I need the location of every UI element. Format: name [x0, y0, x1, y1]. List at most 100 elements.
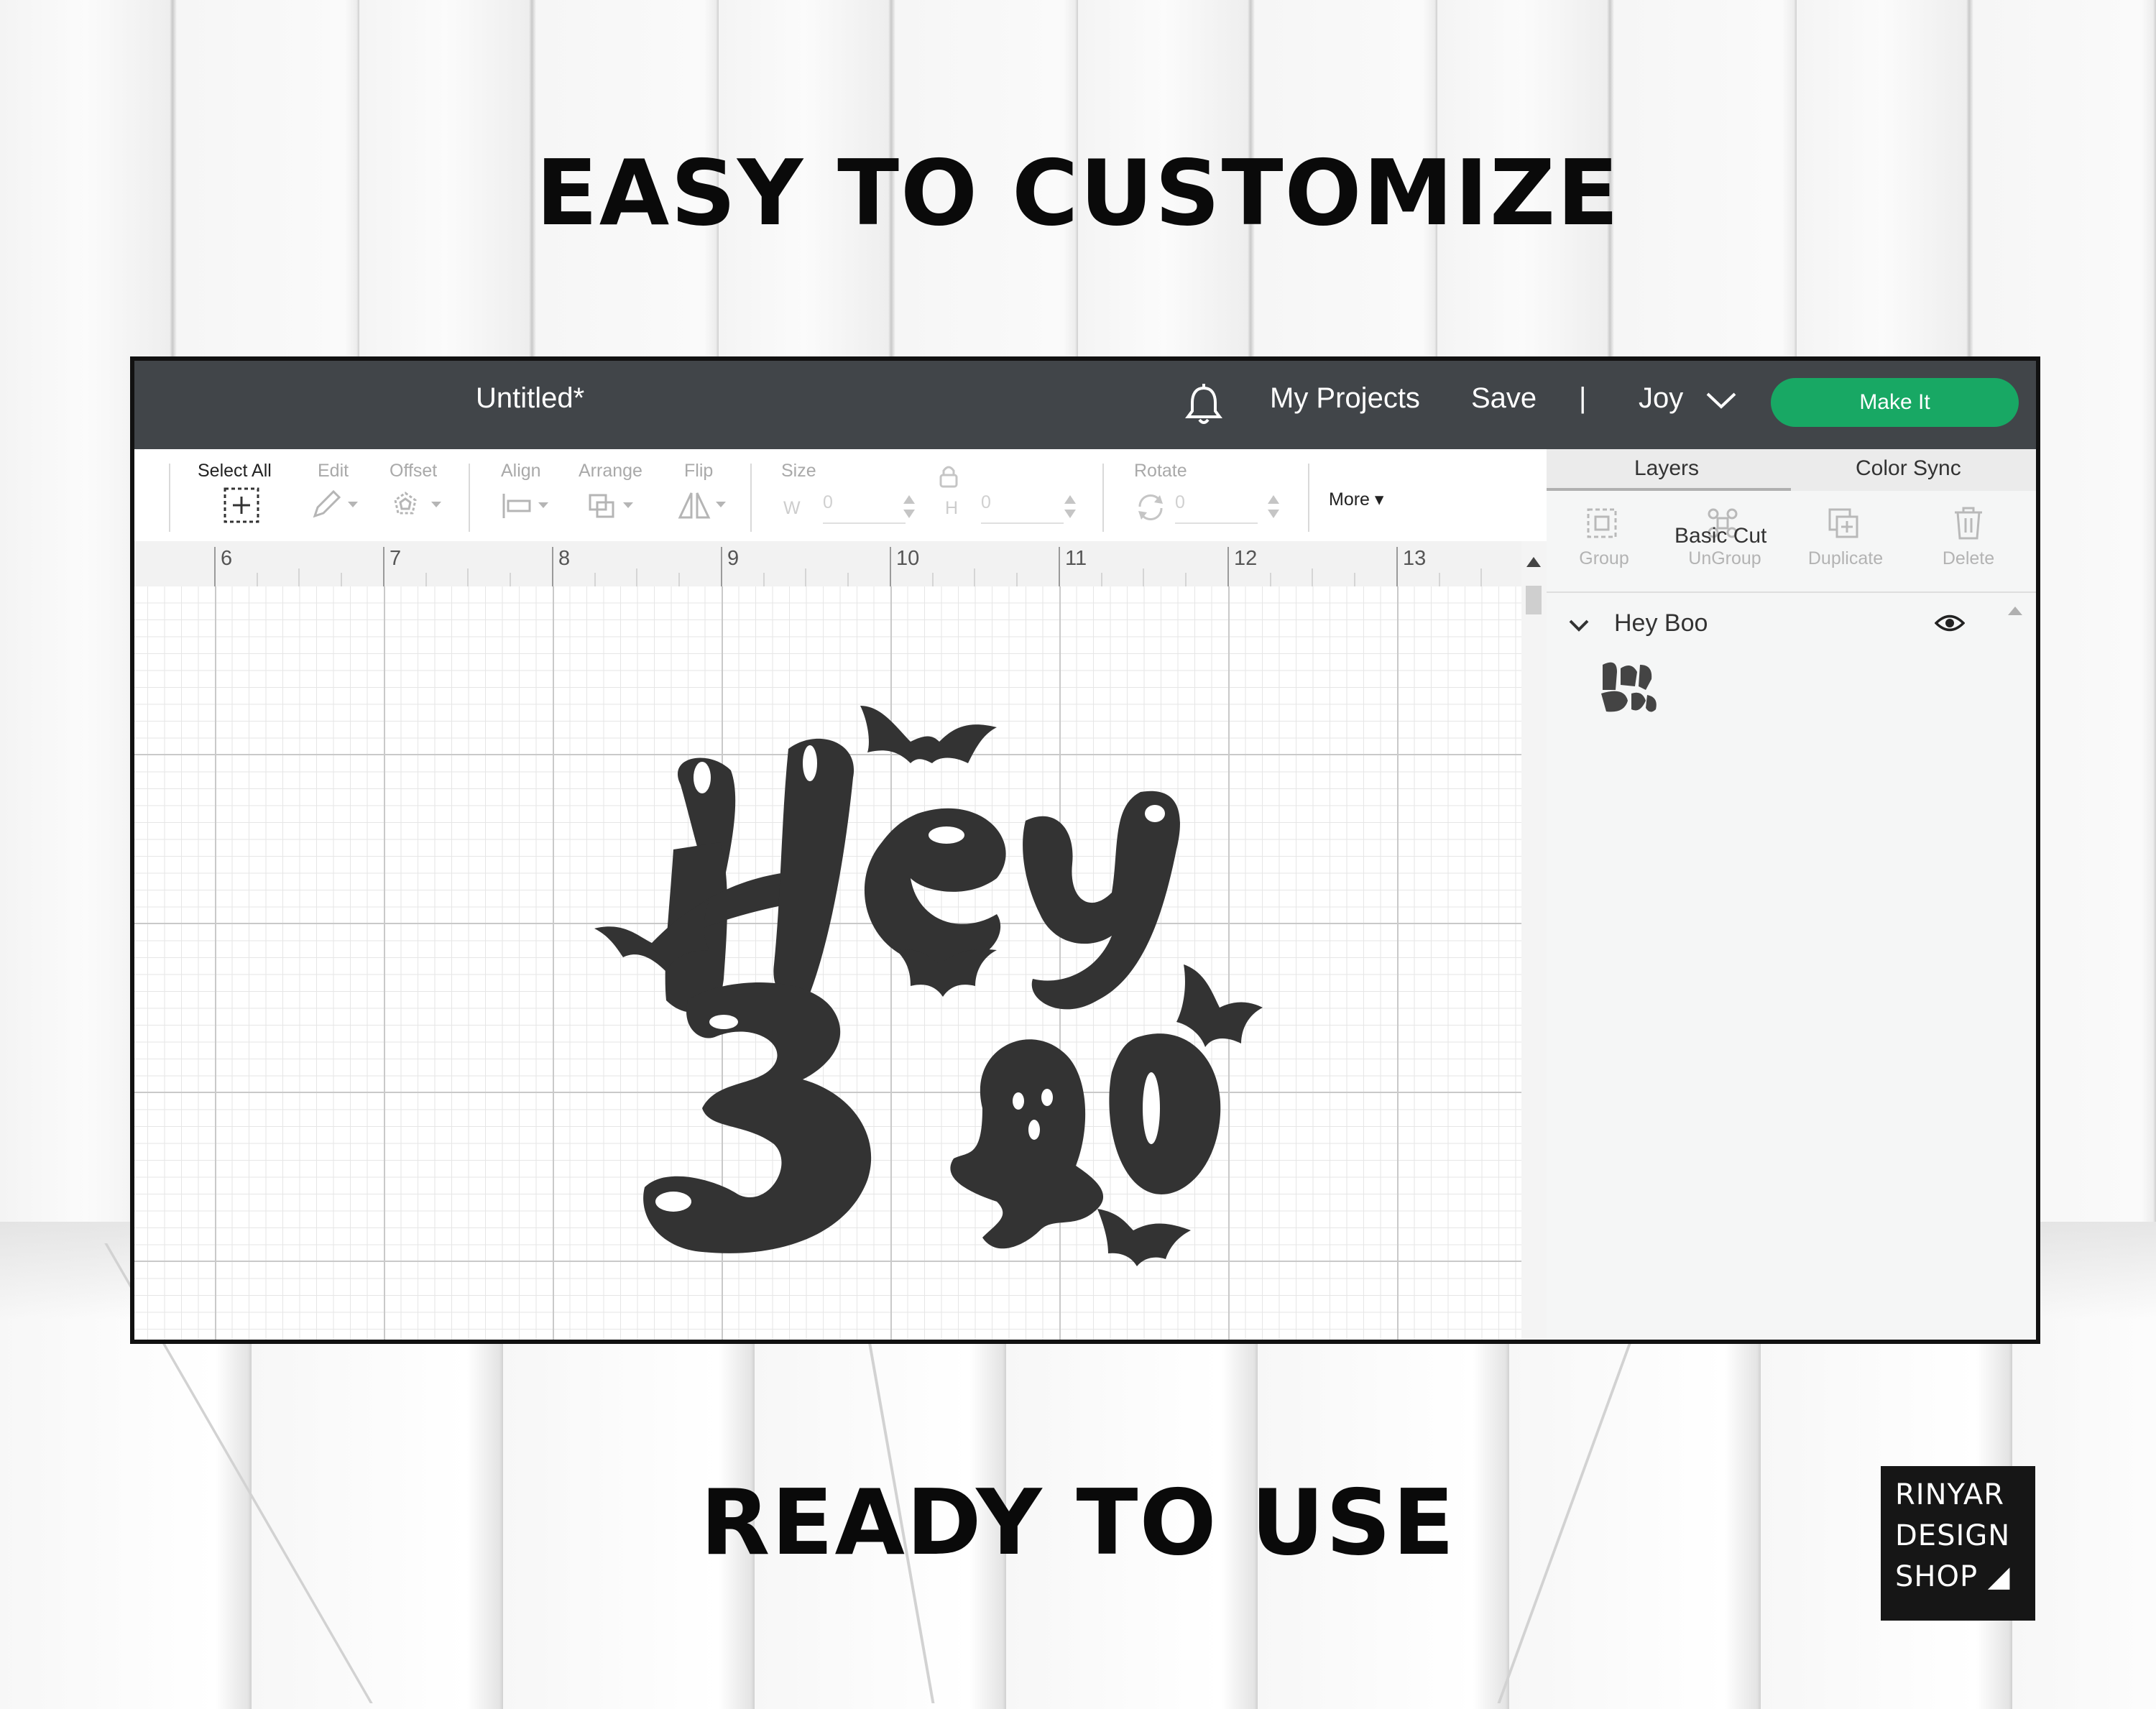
offset-icon[interactable]: [390, 489, 447, 522]
offset-label[interactable]: Offset: [390, 461, 437, 482]
pencil-icon[interactable]: [310, 489, 361, 520]
width-input[interactable]: 0: [823, 492, 906, 524]
scroll-up-arrow-icon[interactable]: [1521, 550, 1547, 579]
layers-panel: Layers Color Sync Group UnGroup Duplicat…: [1547, 449, 2036, 1340]
rotate-label: Rotate: [1134, 461, 1187, 481]
caret-down-icon: ▾: [1374, 489, 1384, 510]
width-stepper-icon[interactable]: [902, 492, 916, 521]
ruler-label: 13: [1403, 547, 1427, 570]
headline-bottom: READY TO USE: [700, 1470, 1456, 1575]
arrange-label[interactable]: Arrange: [579, 461, 642, 482]
lock-icon[interactable]: [938, 464, 959, 488]
logo-line-3-text: SHOP: [1895, 1560, 1978, 1593]
tab-color-sync[interactable]: Color Sync: [1856, 456, 1961, 481]
ghost-eye: [1013, 1092, 1024, 1110]
align-icon[interactable]: [501, 491, 555, 521]
select-all-label[interactable]: Select All: [198, 461, 272, 482]
ruler-label: 8: [558, 547, 571, 570]
group-label[interactable]: Group: [1547, 548, 1662, 569]
width-value: 0: [823, 492, 833, 512]
design-app-window: Untitled* My Projects Save | Joy Make It…: [130, 356, 2040, 1344]
more-menu[interactable]: More ▾: [1329, 489, 1383, 510]
width-label: W: [783, 498, 801, 518]
top-bar: Untitled* My Projects Save | Joy Make It: [134, 361, 2036, 449]
ungroup-label[interactable]: UnGroup: [1667, 548, 1782, 569]
my-projects-link[interactable]: My Projects: [1270, 382, 1420, 415]
toolbar-divider: [1102, 464, 1104, 532]
letter-y: [1023, 791, 1180, 1010]
align-label[interactable]: Align: [501, 461, 541, 482]
size-label: Size: [781, 461, 816, 481]
rotate-icon[interactable]: [1134, 491, 1167, 524]
edit-toolbar: Select All Edit Offset Align Arrange Fli…: [134, 449, 1547, 541]
make-it-button[interactable]: Make It: [1771, 378, 2019, 427]
document-title[interactable]: Untitled*: [476, 382, 584, 415]
height-input[interactable]: 0: [981, 492, 1064, 524]
user-menu[interactable]: Joy: [1639, 382, 1683, 415]
rotate-stepper-icon[interactable]: [1266, 492, 1281, 521]
toolbar-divider: [469, 464, 470, 532]
panel-scroll-up-icon[interactable]: [2007, 605, 2024, 617]
ruler-label: 6: [221, 547, 233, 570]
ruler-label: 11: [1065, 547, 1087, 570]
delete-label[interactable]: Delete: [1911, 548, 2026, 569]
ghost-eye: [1041, 1089, 1053, 1106]
chevron-down-icon[interactable]: [1705, 390, 1738, 411]
arrange-icon[interactable]: [587, 491, 641, 521]
logo-line-1: RINYAR: [1895, 1478, 2004, 1511]
highlight: [803, 745, 817, 781]
layer-actions: Group UnGroup Duplicate Delete: [1547, 491, 2036, 593]
hey-boo-shapes: [594, 706, 1263, 1266]
more-label: More: [1329, 489, 1370, 510]
rotate-input[interactable]: 0: [1175, 492, 1258, 524]
bat-icon: [1097, 1209, 1191, 1266]
scrollbar-thumb[interactable]: [1526, 586, 1542, 614]
logo-line-3: SHOP ◢: [1895, 1557, 2035, 1598]
highlight: [655, 1192, 691, 1212]
shop-logo: RINYAR DESIGN SHOP ◢: [1881, 1466, 2035, 1621]
vertical-scrollbar[interactable]: [1521, 541, 1547, 1340]
ghost-mouth: [1028, 1120, 1040, 1140]
headline-top: EASY TO CUSTOMIZE: [535, 140, 1621, 246]
save-link[interactable]: Save: [1471, 382, 1537, 415]
edit-label[interactable]: Edit: [318, 461, 349, 482]
ghost-shape: [950, 1039, 1104, 1249]
eye-icon[interactable]: [1935, 612, 1965, 634]
ruler-label: 7: [390, 547, 402, 570]
hey-boo-design[interactable]: [594, 663, 1442, 1344]
select-all-icon[interactable]: [223, 487, 260, 524]
height-stepper-icon[interactable]: [1063, 492, 1077, 521]
chevron-down-icon[interactable]: [1568, 618, 1590, 634]
duplicate-icon[interactable]: [1825, 505, 1861, 541]
nav-separator: |: [1579, 382, 1587, 414]
letter-b: [643, 982, 872, 1253]
height-label: H: [945, 498, 959, 518]
highlight: [929, 826, 964, 844]
flip-icon[interactable]: [677, 489, 731, 522]
layer-thumbnail: [1601, 662, 1657, 712]
toolbar-divider: [169, 464, 170, 532]
bat-icon: [1176, 964, 1263, 1047]
horizontal-ruler: 6 7 8 9 10 11 12 13: [134, 541, 1521, 587]
toolbar-divider: [750, 464, 752, 532]
layer-group-name[interactable]: Hey Boo: [1614, 609, 1708, 637]
panel-tabs: Layers Color Sync: [1547, 449, 2036, 491]
flip-label[interactable]: Flip: [684, 461, 713, 482]
logo-line-2: DESIGN: [1895, 1519, 2011, 1552]
tab-layers[interactable]: Layers: [1634, 456, 1699, 481]
ruler-ticks: [214, 547, 1482, 586]
duplicate-label[interactable]: Duplicate: [1788, 548, 1903, 569]
bell-icon[interactable]: [1184, 384, 1224, 427]
rotate-value: 0: [1175, 492, 1185, 512]
ruler-label: 9: [727, 547, 740, 570]
layer-group-row[interactable]: Hey Boo: [1547, 596, 2036, 650]
triangle-mark-icon: ◢: [1987, 1560, 2011, 1593]
layer-item-name[interactable]: Basic Cut: [1674, 524, 1766, 548]
highlight: [1145, 805, 1165, 822]
group-icon[interactable]: [1584, 505, 1620, 541]
toolbar-divider: [1308, 464, 1309, 532]
trash-icon[interactable]: [1950, 505, 1986, 541]
highlight: [709, 1015, 738, 1029]
letter-o: [1109, 1033, 1221, 1194]
highlight: [694, 762, 711, 793]
